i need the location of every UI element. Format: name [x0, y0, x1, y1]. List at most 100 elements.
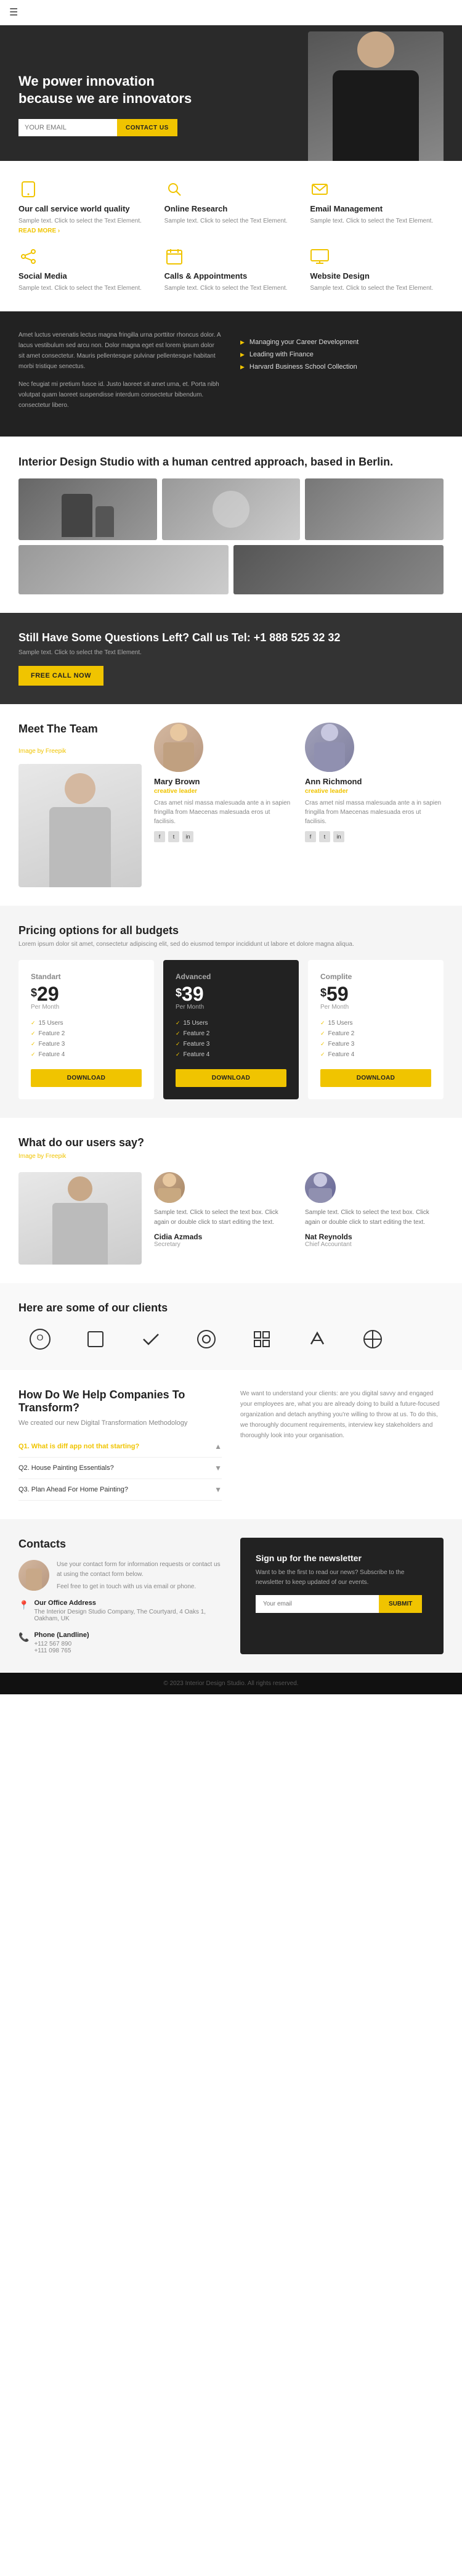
service-title-5: Calls & Appointments — [164, 271, 298, 281]
address-text: Our Office Address The Interior Design S… — [34, 1599, 222, 1622]
hero-section: We power innovation because we are innov… — [0, 25, 462, 161]
hero-image — [308, 31, 444, 161]
interior-image-4 — [18, 545, 229, 594]
testimonial-avatar-1 — [154, 1172, 185, 1203]
client-logo-7 — [351, 1327, 394, 1352]
testimonial-name-2: Nat Reynolds — [305, 1233, 444, 1241]
feature-1-1: 15 Users — [31, 1018, 142, 1028]
phone-block: 📞 Phone (Landline) +112 567 890 +111 098… — [18, 1631, 222, 1654]
menu-icon[interactable]: ☰ — [9, 6, 18, 18]
contact-us-button[interactable]: CONTACT US — [117, 119, 177, 136]
pricing-card-standart: Standart $29 Per Month 15 Users Feature … — [18, 960, 154, 1099]
faq-right-text: We want to understand your clients: are … — [240, 1388, 444, 1441]
newsletter-email-input[interactable] — [256, 1595, 379, 1613]
testimonials-section: What do our users say? Image by Freepik … — [0, 1118, 462, 1283]
testimonial-text-2: Sample text. Click to select the text bo… — [305, 1208, 444, 1228]
read-more-1[interactable]: READ MORE › — [18, 228, 60, 234]
contacts-info: Use your contact form for information re… — [57, 1560, 222, 1592]
twitter-icon-2[interactable]: t — [319, 831, 330, 842]
dark-list-item-2: Leading with Finance — [240, 348, 444, 361]
plan-name-1: Standart — [31, 972, 142, 981]
team-name-1: Mary Brown — [154, 777, 293, 786]
feature-3-2: Feature 2 — [320, 1028, 431, 1039]
facebook-icon-2[interactable]: f — [305, 831, 316, 842]
feature-1-3: Feature 3 — [31, 1039, 142, 1049]
newsletter-submit-button[interactable]: SUBMIT — [379, 1595, 422, 1613]
contacts-left: Contacts Use your contact form for infor… — [18, 1538, 222, 1654]
location-icon: 📍 — [18, 1600, 29, 1610]
service-title-3: Email Management — [310, 204, 444, 213]
pricing-button-3[interactable]: DOWNLOAD — [320, 1069, 431, 1087]
faq-grid: How Do We Help Companies To Transform? W… — [18, 1388, 444, 1501]
dark-para-2: Nec feugiat mi pretium fusce id. Justo l… — [18, 379, 222, 411]
feature-3-4: Feature 4 — [320, 1049, 431, 1060]
faq-item-1[interactable]: Q1. What is diff app not that starting? … — [18, 1436, 222, 1458]
testimonials-title: What do our users say? — [18, 1136, 444, 1149]
service-item-1: Our call service world quality Sample te… — [18, 179, 152, 234]
hero-text-block: We power innovation because we are innov… — [18, 73, 203, 136]
interior-title: Interior Design Studio with a human cent… — [18, 455, 444, 469]
plan-features-1: 15 Users Feature 2 Feature 3 Feature 4 — [31, 1018, 142, 1060]
contacts-newsletter-grid: Contacts Use your contact form for infor… — [18, 1538, 444, 1654]
team-image-placeholder — [18, 764, 142, 887]
interior-image-2 — [162, 478, 301, 540]
testimonial-card-2: Sample text. Click to select the text bo… — [305, 1172, 444, 1248]
feature-3-3: Feature 3 — [320, 1039, 431, 1049]
faq-arrow-3: ▼ — [214, 1485, 222, 1494]
calendar-icon — [164, 247, 184, 266]
call-section: Still Have Some Questions Left? Call us … — [0, 613, 462, 704]
twitter-icon-1[interactable]: t — [168, 831, 179, 842]
service-title-6: Website Design — [310, 271, 444, 281]
dark-para-1: Amet luctus venenatis lectus magna fring… — [18, 330, 222, 372]
phone-icon — [18, 179, 38, 199]
phone-text: Phone (Landline) +112 567 890 +111 098 7… — [34, 1631, 89, 1654]
interior-image-1 — [18, 478, 157, 540]
service-desc-1: Sample text. Click to select the Text El… — [18, 216, 152, 226]
faq-item-2[interactable]: Q2. House Painting Essentials? ▼ — [18, 1458, 222, 1479]
service-item-4: Social Media Sample text. Click to selec… — [18, 247, 152, 293]
newsletter-desc: Want to be the first to read our news? S… — [256, 1568, 428, 1588]
team-left: Meet The Team Image by Freepik — [18, 723, 142, 887]
dark-list: Managing your Career Development Leading… — [240, 336, 444, 373]
pricing-button-2[interactable]: DOWNLOAD — [176, 1069, 286, 1087]
pricing-button-1[interactable]: DOWNLOAD — [31, 1069, 142, 1087]
newsletter-section: Sign up for the newsletter Want to be th… — [240, 1538, 444, 1654]
service-item-3: Email Management Sample text. Click to s… — [310, 179, 444, 234]
team-section: Meet The Team Image by Freepik Mary Brow… — [0, 704, 462, 906]
feature-2-1: 15 Users — [176, 1018, 286, 1028]
plan-price-3: $59 — [320, 984, 431, 1004]
instagram-icon-2[interactable]: in — [333, 831, 344, 842]
interior-image-3 — [305, 478, 444, 540]
facebook-icon-1[interactable]: f — [154, 831, 165, 842]
service-desc-2: Sample text. Click to select the Text El… — [164, 216, 298, 226]
faq-item-3[interactable]: Q3. Plan Ahead For Home Painting? ▼ — [18, 1479, 222, 1501]
plan-price-1: $29 — [31, 984, 142, 1004]
team-member-2: Ann Richmond creative leader Cras amet n… — [305, 723, 444, 842]
free-call-button[interactable]: FREE CALL NOW — [18, 666, 103, 686]
client-logo-6 — [296, 1327, 339, 1352]
pricing-desc: Lorem ipsum dolor sit amet, consectetur … — [18, 941, 444, 948]
testimonial-avatar-2 — [305, 1172, 336, 1203]
pricing-section: Pricing options for all budgets Lorem ip… — [0, 906, 462, 1118]
email-input[interactable] — [18, 119, 117, 136]
plan-name-2: Advanced — [176, 972, 286, 981]
client-logo-3 — [129, 1327, 172, 1352]
service-item-2: Online Research Sample text. Click to se… — [164, 179, 298, 234]
pricing-card-complite: Complite $59 Per Month 15 Users Feature … — [308, 960, 444, 1099]
faq-arrow-2: ▼ — [214, 1464, 222, 1472]
instagram-icon-1[interactable]: in — [182, 831, 193, 842]
service-desc-5: Sample text. Click to select the Text El… — [164, 284, 298, 293]
plan-features-2: 15 Users Feature 2 Feature 3 Feature 4 — [176, 1018, 286, 1060]
address-block: 📍 Our Office Address The Interior Design… — [18, 1599, 222, 1622]
faq-section: How Do We Help Companies To Transform? W… — [0, 1370, 462, 1519]
team-avatar-2 — [305, 723, 354, 772]
team-social-1: f t in — [154, 831, 293, 842]
service-title-4: Social Media — [18, 271, 152, 281]
faq-subtitle: We created our new Digital Transformatio… — [18, 1419, 222, 1427]
services-section: Our call service world quality Sample te… — [0, 161, 462, 311]
testimonial-role-2: Chief Accountant — [305, 1241, 444, 1248]
address-label: Our Office Address — [34, 1599, 222, 1607]
social-icon — [18, 247, 38, 266]
team-desc-1: Cras amet nisl massa malesuada ante a in… — [154, 798, 293, 826]
dark-text-section: Amet luctus venenatis lectus magna fring… — [0, 311, 462, 437]
